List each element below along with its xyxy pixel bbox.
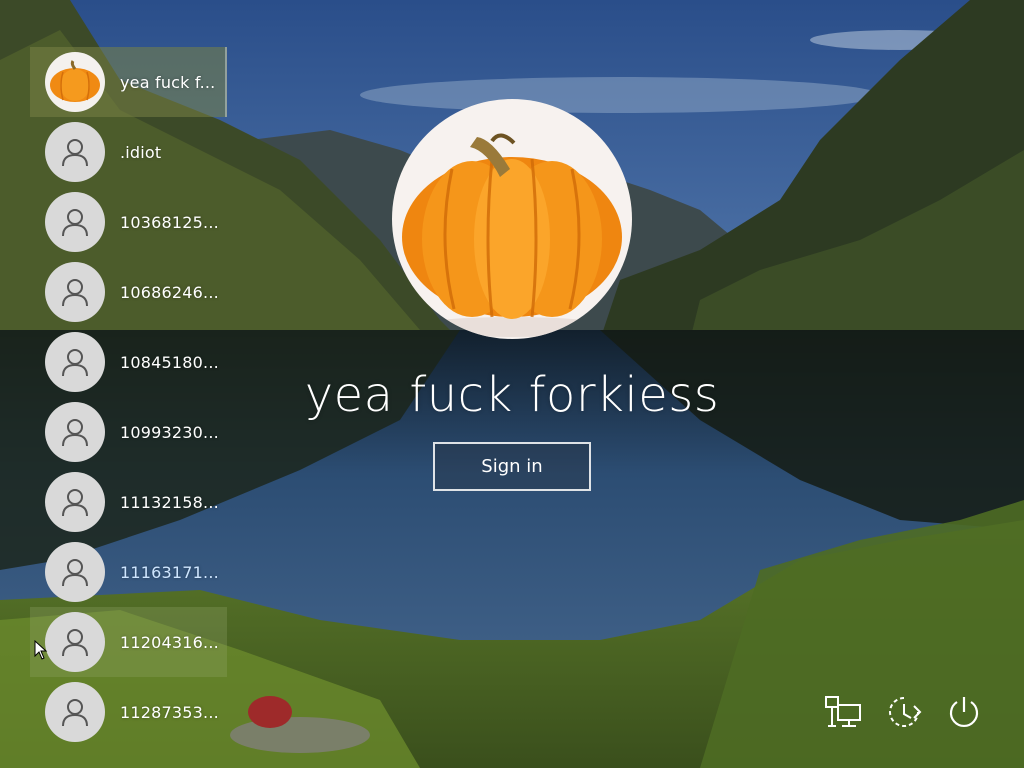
mouse-cursor-icon [34, 640, 48, 660]
user-name: 10368125... [120, 212, 219, 232]
user-item[interactable]: 11204316... [30, 607, 227, 677]
user-item[interactable]: yea fuck f... [30, 47, 227, 117]
user-icon [45, 542, 105, 602]
ease-of-access-icon[interactable] [884, 692, 924, 732]
selected-user-avatar [392, 99, 632, 339]
selected-user-name: yea fuck forkiess [304, 367, 720, 423]
user-name: 10686246... [120, 282, 219, 302]
system-icons [824, 692, 984, 732]
user-item[interactable]: 10368125... [30, 187, 227, 257]
user-item[interactable]: 11132158... [30, 467, 227, 537]
user-name: 10993230... [120, 422, 219, 442]
user-name: 11163171... [120, 562, 219, 582]
network-icon[interactable] [824, 692, 864, 732]
user-item[interactable]: 11287353... [30, 677, 227, 747]
user-item[interactable]: .idiot [30, 117, 227, 187]
user-name: 11287353... [120, 702, 219, 722]
user-name: .idiot [120, 142, 162, 162]
sign-in-button[interactable]: Sign in [433, 442, 591, 491]
pumpkin-icon [402, 133, 622, 337]
user-icon [45, 122, 105, 182]
pumpkin-icon [45, 52, 105, 112]
user-icon [45, 262, 105, 322]
user-icon [45, 192, 105, 252]
user-icon [45, 612, 105, 672]
user-name: 11204316... [120, 632, 219, 652]
user-name: yea fuck f... [120, 72, 216, 92]
user-icon [45, 682, 105, 742]
power-icon[interactable] [944, 692, 984, 732]
user-icon [45, 472, 105, 532]
user-name: 11132158... [120, 492, 219, 512]
user-item[interactable]: 11163171... [30, 537, 227, 607]
user-item[interactable]: 10686246... [30, 257, 227, 327]
